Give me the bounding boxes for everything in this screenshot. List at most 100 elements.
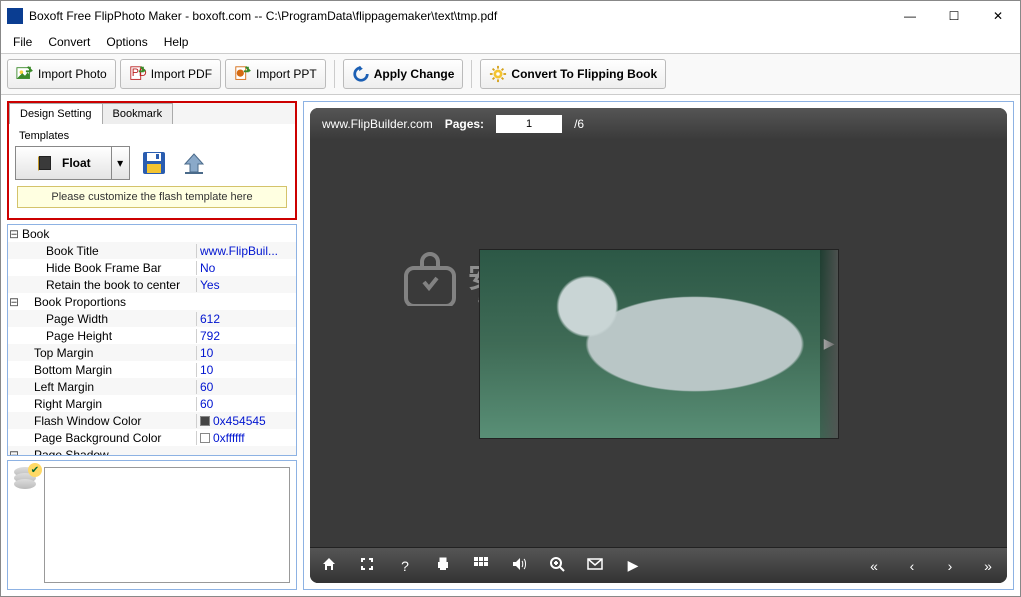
- menu-help[interactable]: Help: [156, 33, 197, 51]
- expand-icon[interactable]: ⊟: [8, 227, 20, 241]
- toolbar: Import Photo PDF Import PDF Import PPT A…: [1, 53, 1020, 95]
- property-row[interactable]: ⊟Book: [8, 225, 296, 242]
- next-page-arrow[interactable]: ▶: [824, 335, 835, 352]
- maximize-button[interactable]: ☐: [932, 1, 976, 31]
- minimize-button[interactable]: —: [888, 1, 932, 31]
- import-pdf-button[interactable]: PDF Import PDF: [120, 59, 221, 89]
- property-value[interactable]: 60: [196, 380, 296, 394]
- property-value[interactable]: 60: [196, 397, 296, 411]
- convert-book-button[interactable]: Convert To Flipping Book: [480, 59, 666, 89]
- database-icon[interactable]: ✔: [14, 467, 38, 491]
- property-row[interactable]: Retain the book to centerYes: [8, 276, 296, 293]
- templates-label: Templates: [15, 130, 289, 142]
- property-row[interactable]: ⊟Book Proportions: [8, 293, 296, 310]
- property-row[interactable]: Right Margin60: [8, 395, 296, 412]
- page-number-input[interactable]: [496, 115, 562, 133]
- template-name: Float: [62, 156, 91, 170]
- next-page-icon[interactable]: ›: [941, 558, 959, 574]
- fullscreen-icon[interactable]: [358, 556, 376, 575]
- last-page-icon[interactable]: »: [979, 558, 997, 574]
- apply-change-button[interactable]: Apply Change: [343, 59, 464, 89]
- property-row[interactable]: Book Titlewww.FlipBuil...: [8, 242, 296, 259]
- save-template-button[interactable]: [138, 147, 170, 179]
- play-icon[interactable]: ▶: [624, 557, 642, 574]
- convert-book-label: Convert To Flipping Book: [511, 67, 657, 81]
- property-key: Book Title: [20, 244, 196, 258]
- email-icon[interactable]: [586, 556, 604, 575]
- close-button[interactable]: ✕: [976, 1, 1020, 31]
- tab-bookmark[interactable]: Bookmark: [102, 103, 174, 124]
- property-row[interactable]: Page Height792: [8, 327, 296, 344]
- property-value[interactable]: No: [196, 261, 296, 275]
- import-ppt-button[interactable]: Import PPT: [225, 59, 326, 89]
- thumbnail-panel: ✔: [7, 460, 297, 590]
- ppt-icon: [234, 65, 252, 83]
- property-key: Bottom Margin: [20, 363, 196, 377]
- page-total: /6: [574, 117, 584, 131]
- page-content-image: [480, 250, 838, 438]
- property-key: Book: [20, 227, 196, 241]
- left-panel: Design Setting Bookmark Templates Float …: [7, 101, 297, 590]
- property-key: Page Shadow: [20, 448, 196, 456]
- property-row[interactable]: Page Background Color0xffffff: [8, 429, 296, 446]
- toolbar-separator: [471, 60, 472, 88]
- export-template-button[interactable]: [178, 147, 210, 179]
- property-key: Right Margin: [20, 397, 196, 411]
- prev-page-icon[interactable]: ‹: [903, 558, 921, 574]
- property-row[interactable]: Hide Book Frame BarNo: [8, 259, 296, 276]
- watermark-logo: [400, 250, 460, 313]
- template-selector[interactable]: Float ▾: [15, 146, 130, 180]
- floppy-icon: [141, 150, 167, 176]
- property-value[interactable]: Yes: [196, 278, 296, 292]
- help-icon[interactable]: ?: [396, 558, 414, 574]
- property-row[interactable]: Left Margin60: [8, 378, 296, 395]
- thumbnail-canvas: [44, 467, 290, 583]
- template-dropdown-icon[interactable]: ▾: [111, 147, 129, 179]
- property-key: Page Background Color: [20, 431, 196, 445]
- home-icon[interactable]: [320, 556, 338, 575]
- book-icon: [36, 153, 56, 173]
- property-key: Hide Book Frame Bar: [20, 261, 196, 275]
- svg-text:PDF: PDF: [131, 67, 146, 79]
- design-setting-panel: Design Setting Bookmark Templates Float …: [7, 101, 297, 220]
- sound-icon[interactable]: [510, 556, 528, 575]
- property-value[interactable]: 0x454545: [196, 414, 296, 428]
- property-row[interactable]: Bottom Margin10: [8, 361, 296, 378]
- expand-icon[interactable]: ⊟: [8, 295, 20, 309]
- menu-file[interactable]: File: [5, 33, 40, 51]
- property-grid[interactable]: ⊟BookBook Titlewww.FlipBuil...Hide Book …: [7, 224, 297, 456]
- property-key: Top Margin: [20, 346, 196, 360]
- property-value[interactable]: 10: [196, 346, 296, 360]
- tab-design-setting[interactable]: Design Setting: [9, 103, 103, 124]
- property-value[interactable]: 0xffffff: [196, 431, 296, 445]
- menu-convert[interactable]: Convert: [40, 33, 98, 51]
- property-row[interactable]: Page Width612: [8, 310, 296, 327]
- pages-label: Pages:: [445, 117, 484, 131]
- window-title: Boxoft Free FlipPhoto Maker - boxoft.com…: [29, 9, 888, 23]
- property-row[interactable]: Flash Window Color0x454545: [8, 412, 296, 429]
- expand-icon[interactable]: ⊟: [8, 448, 20, 456]
- zoom-icon[interactable]: [548, 556, 566, 575]
- property-value[interactable]: www.FlipBuil...: [196, 244, 296, 258]
- property-value[interactable]: 10: [196, 363, 296, 377]
- property-key: Book Proportions: [20, 295, 196, 309]
- app-icon: [7, 8, 23, 24]
- gear-icon: [489, 65, 507, 83]
- book-page[interactable]: ▶: [479, 249, 839, 439]
- import-photo-label: Import Photo: [38, 67, 107, 81]
- property-row[interactable]: Top Margin10: [8, 344, 296, 361]
- preview-stage[interactable]: 安下载 anxz.com ▶: [310, 140, 1007, 547]
- print-icon[interactable]: [434, 556, 452, 575]
- property-key: Left Margin: [20, 380, 196, 394]
- import-photo-button[interactable]: Import Photo: [7, 59, 116, 89]
- menu-options[interactable]: Options: [98, 33, 155, 51]
- main-area: Design Setting Bookmark Templates Float …: [1, 95, 1020, 596]
- preview-header: www.FlipBuilder.com Pages: /6: [310, 108, 1007, 140]
- property-value[interactable]: 612: [196, 312, 296, 326]
- thumbnails-icon[interactable]: [472, 556, 490, 575]
- preview-viewer: www.FlipBuilder.com Pages: /6 安下载 anxz.c…: [310, 108, 1007, 583]
- property-row[interactable]: ⊟Page Shadow: [8, 446, 296, 455]
- first-page-icon[interactable]: «: [865, 558, 883, 574]
- settings-tabs: Design Setting Bookmark: [9, 103, 295, 124]
- property-value[interactable]: 792: [196, 329, 296, 343]
